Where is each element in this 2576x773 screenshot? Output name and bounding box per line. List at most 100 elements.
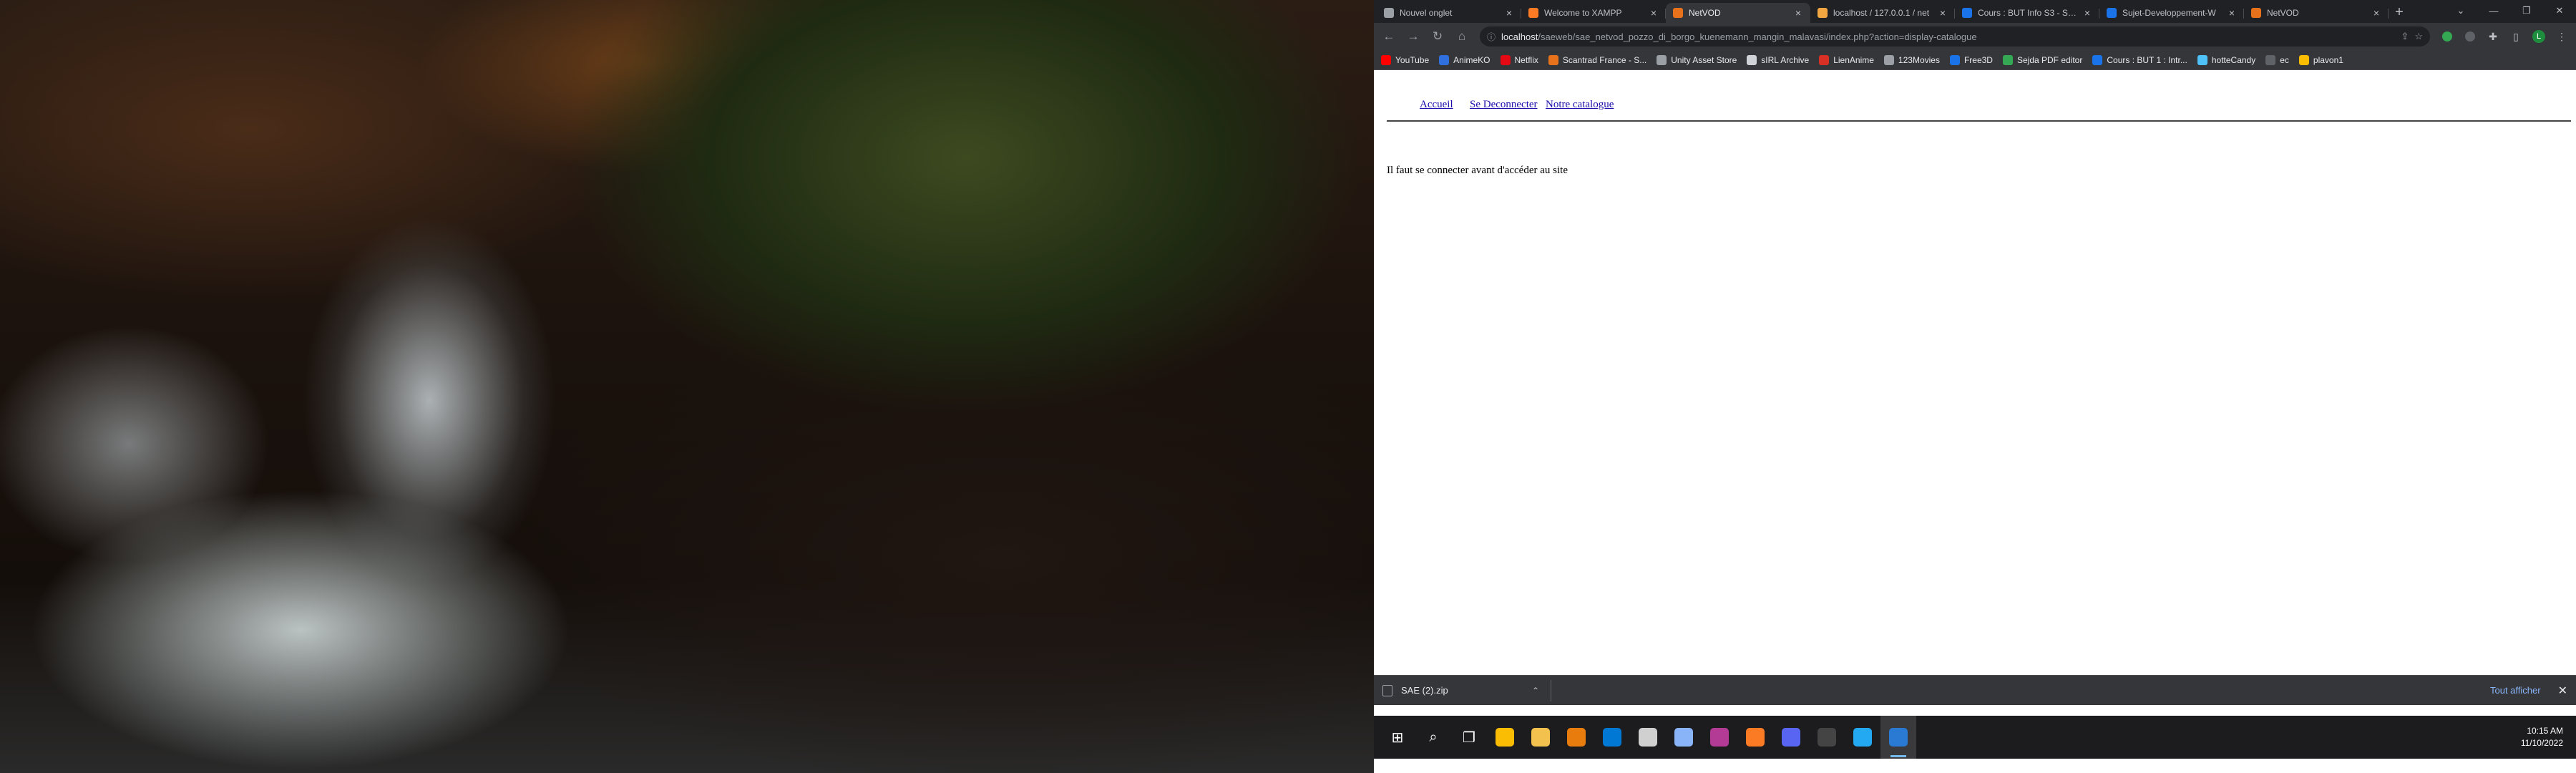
taskbar-blender-icon[interactable]: [1558, 716, 1594, 759]
bookmark-item[interactable]: 123Movies: [1883, 54, 1940, 65]
system-clock[interactable]: 10:15 AM 11/10/2022: [2521, 725, 2563, 749]
bookmark-item[interactable]: Unity Asset Store: [1657, 54, 1737, 65]
tab-1[interactable]: Welcome to XAMPP ×: [1521, 3, 1666, 23]
bookmark-item[interactable]: Sejda PDF editor: [2002, 54, 2083, 65]
tab-title: NetVOD: [2267, 8, 2299, 18]
bookmark-item[interactable]: Netflix: [1500, 54, 1538, 65]
clock-date: 11/10/2022: [2520, 738, 2563, 748]
bookmark-item[interactable]: LienAnime: [1819, 54, 1874, 65]
minimize-button[interactable]: —: [2477, 0, 2510, 21]
favicon-icon: [2251, 8, 2261, 18]
side-panel-icon[interactable]: ▯: [2506, 26, 2526, 47]
download-filename: SAE (2).zip: [1401, 685, 1448, 696]
url-host: localhost: [1501, 31, 1538, 42]
show-all-downloads-link[interactable]: Tout afficher: [2490, 685, 2541, 696]
taskbar-unity-icon[interactable]: [1630, 716, 1666, 759]
bookmark-item[interactable]: Cours : BUT 1 : Intr...: [2092, 54, 2187, 65]
bookmark-label: Scantrad France - S...: [1562, 54, 1647, 65]
tab-strip: Nouvel onglet × Welcome to XAMPP × NetVOD × lo…: [1374, 0, 2576, 23]
bookmark-item[interactable]: ec: [2265, 54, 2289, 65]
chevron-down-icon[interactable]: ⌄: [2444, 0, 2477, 21]
close-tab-icon[interactable]: ×: [1938, 7, 1948, 19]
taskbar-vscode-icon[interactable]: [1845, 716, 1880, 759]
bookmark-item[interactable]: Free3D: [1949, 54, 1993, 65]
bookmark-item[interactable]: AnimeKO: [1439, 54, 1491, 65]
bookmark-favicon-icon: [1747, 54, 1757, 65]
extension-icon[interactable]: [2460, 26, 2480, 47]
taskbar-start-icon[interactable]: ⊞: [1380, 716, 1415, 759]
favicon-icon: [2107, 8, 2117, 18]
nav-link-logout[interactable]: Se Deconnecter: [1470, 99, 1538, 111]
tab-3[interactable]: localhost / 127.0.0.1 / net ×: [1810, 3, 1955, 23]
favicon-icon: [1528, 8, 1538, 18]
download-item[interactable]: SAE (2).zip ⌃: [1382, 679, 1551, 701]
tab-6[interactable]: NetVOD ×: [2244, 3, 2389, 23]
close-tab-icon[interactable]: ×: [1504, 7, 1514, 19]
close-window-button[interactable]: ✕: [2543, 0, 2576, 21]
favicon-icon: [1673, 8, 1683, 18]
taskbar-search-icon[interactable]: ⌕: [1415, 716, 1451, 759]
bookmark-favicon-icon: [1381, 54, 1391, 65]
tab-4[interactable]: Cours : BUT Info S3 - SAE ×: [1955, 3, 2099, 23]
nav-link-catalogue[interactable]: Notre catalogue: [1546, 99, 1614, 111]
bookmark-favicon-icon: [1819, 54, 1830, 65]
taskbar-discord-icon[interactable]: [1773, 716, 1809, 759]
tab-title: Cours : BUT Info S3 - SAE: [1978, 8, 2077, 18]
bookmark-item[interactable]: hotteCandy: [2197, 54, 2255, 65]
site-nav: Accueil Se Deconnecter Notre catalogue: [1387, 94, 2571, 122]
address-bar[interactable]: ⓘ localhost/saeweb/sae_netvod_pozzo_di_b…: [1480, 26, 2430, 47]
taskbar-app-blue-icon[interactable]: [1666, 716, 1702, 759]
tab-0[interactable]: Nouvel onglet ×: [1377, 3, 1521, 23]
close-tab-icon[interactable]: ×: [2082, 7, 2092, 19]
tab-title: Sujet-Developpement-W: [2122, 8, 2216, 18]
taskbar-terminal-icon[interactable]: [1809, 716, 1845, 759]
reload-button[interactable]: ↻: [1427, 26, 1448, 47]
close-download-bar-button[interactable]: ✕: [2558, 684, 2567, 698]
bookmark-item[interactable]: Scantrad France - S...: [1548, 54, 1647, 65]
tab-5[interactable]: Sujet-Developpement-W ×: [2099, 3, 2244, 23]
tab-title: NetVOD: [1689, 8, 1721, 18]
back-button[interactable]: ←: [1378, 26, 1400, 47]
close-tab-icon[interactable]: ×: [1793, 7, 1803, 19]
bookmark-label: YouTube: [1395, 54, 1430, 65]
taskbar-media-player-icon[interactable]: [1880, 716, 1916, 759]
bookmark-item[interactable]: plavon1: [2298, 54, 2343, 65]
menu-icon[interactable]: ⋮: [2552, 26, 2572, 47]
close-tab-icon[interactable]: ×: [1649, 7, 1659, 19]
taskbar-apps: ⊞ ⌕ ❐: [1380, 716, 1916, 759]
extension-icon[interactable]: [2437, 26, 2457, 47]
profile-avatar[interactable]: L: [2529, 26, 2549, 47]
taskbar-chrome-icon[interactable]: [1487, 716, 1523, 759]
bookmark-label: plavon1: [2313, 54, 2343, 65]
bookmark-item[interactable]: YouTube: [1381, 54, 1430, 65]
nav-link-accueil[interactable]: Accueil: [1420, 99, 1453, 111]
taskbar-onenote-icon[interactable]: [1702, 716, 1737, 759]
new-tab-button[interactable]: +: [2389, 3, 2410, 23]
taskbar-file-explorer-icon[interactable]: [1523, 716, 1558, 759]
taskbar-xampp-icon[interactable]: [1737, 716, 1773, 759]
favicon-icon: [1818, 8, 1828, 18]
url-path: /saeweb/sae_netvod_pozzo_di_borgo_kuenem…: [1538, 31, 1977, 42]
taskbar-mail-icon[interactable]: [1594, 716, 1630, 759]
tab-title: Nouvel onglet: [1400, 8, 1453, 18]
bookmark-favicon-icon: [1883, 54, 1894, 65]
close-tab-icon[interactable]: ×: [2371, 7, 2381, 19]
bookmark-star-icon[interactable]: ☆: [2414, 31, 2423, 42]
maximize-button[interactable]: ❐: [2510, 0, 2543, 21]
taskbar-task-view-icon[interactable]: ❐: [1451, 716, 1487, 759]
window-controls: ⌄ — ❐ ✕: [2444, 0, 2576, 21]
bookmark-label: Sejda PDF editor: [2016, 54, 2083, 65]
bookmark-favicon-icon: [2092, 54, 2103, 65]
tab-2[interactable]: NetVOD ×: [1666, 3, 1810, 23]
extensions-puzzle-icon[interactable]: ✚: [2483, 26, 2503, 47]
forward-button[interactable]: →: [1402, 26, 1424, 47]
bookmark-label: Free3D: [1963, 54, 1993, 65]
share-icon[interactable]: ⇪: [2401, 31, 2409, 42]
favicon-icon: [1384, 8, 1394, 18]
info-icon[interactable]: ⓘ: [1487, 31, 1496, 43]
bookmark-item[interactable]: sIRL Archive: [1747, 54, 1809, 65]
home-button[interactable]: ⌂: [1451, 26, 1473, 47]
close-tab-icon[interactable]: ×: [2227, 7, 2237, 19]
browser-screen: Nouvel onglet × Welcome to XAMPP × NetVOD × lo…: [1374, 0, 2576, 773]
chevron-up-icon[interactable]: ⌃: [1532, 686, 1539, 696]
